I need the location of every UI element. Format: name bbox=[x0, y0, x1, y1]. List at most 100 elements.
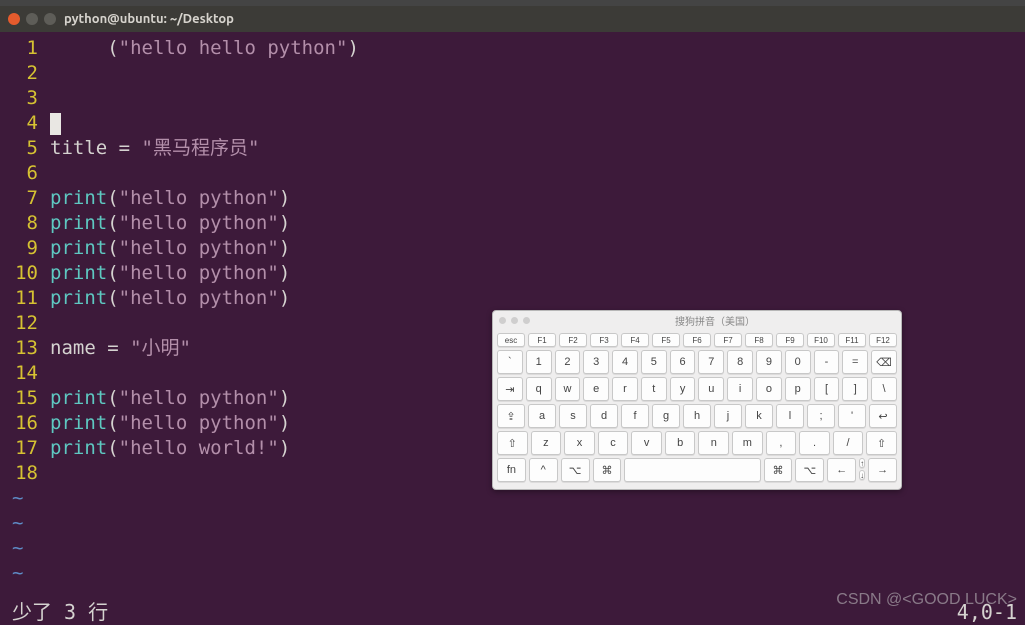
key-s[interactable]: s bbox=[559, 404, 587, 428]
code-content[interactable]: ("hello hello python") bbox=[50, 36, 359, 61]
key-f4[interactable]: F4 bbox=[621, 333, 649, 347]
code-content[interactable]: print("hello python") bbox=[50, 261, 290, 286]
key-⇧[interactable]: ⇧ bbox=[866, 431, 897, 455]
key-8[interactable]: 8 bbox=[727, 350, 753, 374]
key-9[interactable]: 9 bbox=[756, 350, 782, 374]
key-y[interactable]: y bbox=[670, 377, 696, 401]
maximize-icon[interactable] bbox=[44, 13, 56, 25]
key-f[interactable]: f bbox=[621, 404, 649, 428]
key-t[interactable]: t bbox=[641, 377, 667, 401]
key-1[interactable]: 1 bbox=[526, 350, 552, 374]
key-q[interactable]: q bbox=[526, 377, 552, 401]
key-↩[interactable]: ↩ bbox=[869, 404, 897, 428]
key-r[interactable]: r bbox=[612, 377, 638, 401]
key-f5[interactable]: F5 bbox=[652, 333, 680, 347]
code-line[interactable]: 9print("hello python") bbox=[0, 236, 1025, 261]
key-5[interactable]: 5 bbox=[641, 350, 667, 374]
key-c[interactable]: c bbox=[598, 431, 629, 455]
code-line[interactable]: 4 bbox=[0, 111, 1025, 136]
key-][interactable]: ] bbox=[842, 377, 868, 401]
key-e[interactable]: e bbox=[583, 377, 609, 401]
key-w[interactable]: w bbox=[555, 377, 581, 401]
code-line[interactable]: 6 bbox=[0, 161, 1025, 186]
key-⌥[interactable]: ⌥ bbox=[561, 458, 590, 482]
key-⌥[interactable]: ⌥ bbox=[795, 458, 824, 482]
key-fn[interactable]: fn bbox=[497, 458, 526, 482]
key-v[interactable]: v bbox=[631, 431, 662, 455]
key-\[interactable]: \ bbox=[871, 377, 897, 401]
key-k[interactable]: k bbox=[745, 404, 773, 428]
key-x[interactable]: x bbox=[564, 431, 595, 455]
key-⌘[interactable]: ⌘ bbox=[593, 458, 622, 482]
code-content[interactable]: print("hello python") bbox=[50, 236, 290, 261]
key-i[interactable]: i bbox=[727, 377, 753, 401]
key-[[interactable]: [ bbox=[814, 377, 840, 401]
key-a[interactable]: a bbox=[528, 404, 556, 428]
code-content[interactable]: print("hello python") bbox=[50, 186, 290, 211]
code-content[interactable]: print("hello python") bbox=[50, 286, 290, 311]
key-→[interactable]: → bbox=[868, 458, 897, 482]
code-line[interactable]: 11print("hello python") bbox=[0, 286, 1025, 311]
key-esc[interactable]: esc bbox=[497, 333, 525, 347]
code-line[interactable]: 8print("hello python") bbox=[0, 211, 1025, 236]
code-line[interactable]: 2 bbox=[0, 61, 1025, 86]
code-line[interactable]: 3 bbox=[0, 86, 1025, 111]
key-b[interactable]: b bbox=[665, 431, 696, 455]
key-'[interactable]: ' bbox=[838, 404, 866, 428]
key-.[interactable]: . bbox=[799, 431, 830, 455]
code-content[interactable]: print("hello world!") bbox=[50, 436, 290, 461]
key-h[interactable]: h bbox=[683, 404, 711, 428]
minimize-icon[interactable] bbox=[26, 13, 38, 25]
key-3[interactable]: 3 bbox=[583, 350, 609, 374]
key-f11[interactable]: F11 bbox=[838, 333, 866, 347]
code-line[interactable]: 10print("hello python") bbox=[0, 261, 1025, 286]
key-d[interactable]: d bbox=[590, 404, 618, 428]
key-←[interactable]: ← bbox=[827, 458, 856, 482]
code-content[interactable]: title = "黑马程序员" bbox=[50, 136, 259, 161]
code-content[interactable]: print("hello python") bbox=[50, 386, 290, 411]
code-content[interactable]: print("hello python") bbox=[50, 411, 290, 436]
key-f6[interactable]: F6 bbox=[683, 333, 711, 347]
key-[interactable] bbox=[624, 458, 760, 482]
key-f12[interactable]: F12 bbox=[869, 333, 897, 347]
key-=[interactable]: = bbox=[842, 350, 868, 374]
key-n[interactable]: n bbox=[698, 431, 729, 455]
key-f10[interactable]: F10 bbox=[807, 333, 835, 347]
key-`[interactable]: ` bbox=[497, 350, 523, 374]
key-6[interactable]: 6 bbox=[670, 350, 696, 374]
code-line[interactable]: 1 ("hello hello python") bbox=[0, 36, 1025, 61]
onscreen-keyboard[interactable]: 搜狗拼音（美国） escF1F2F3F4F5F6F7F8F9F10F11F12 … bbox=[492, 310, 902, 490]
key-/[interactable]: / bbox=[833, 431, 864, 455]
key-^[interactable]: ^ bbox=[529, 458, 558, 482]
key-o[interactable]: o bbox=[756, 377, 782, 401]
key-;[interactable]: ; bbox=[807, 404, 835, 428]
key-p[interactable]: p bbox=[785, 377, 811, 401]
key-↑[interactable]: ↑ bbox=[859, 458, 865, 468]
key-⌘[interactable]: ⌘ bbox=[764, 458, 793, 482]
key-l[interactable]: l bbox=[776, 404, 804, 428]
key-,[interactable]: , bbox=[766, 431, 797, 455]
close-icon[interactable] bbox=[8, 13, 20, 25]
key-z[interactable]: z bbox=[531, 431, 562, 455]
key-7[interactable]: 7 bbox=[698, 350, 724, 374]
key-⇧[interactable]: ⇧ bbox=[497, 431, 528, 455]
key-f8[interactable]: F8 bbox=[745, 333, 773, 347]
key-g[interactable]: g bbox=[652, 404, 680, 428]
key--[interactable]: - bbox=[814, 350, 840, 374]
key-↓[interactable]: ↓ bbox=[859, 470, 865, 480]
key-2[interactable]: 2 bbox=[555, 350, 581, 374]
titlebar[interactable]: python@ubuntu: ~/Desktop bbox=[0, 6, 1025, 32]
key-f2[interactable]: F2 bbox=[559, 333, 587, 347]
code-content[interactable]: name = "小明" bbox=[50, 336, 191, 361]
key-j[interactable]: j bbox=[714, 404, 742, 428]
keyboard-header[interactable]: 搜狗拼音（美国） bbox=[493, 311, 901, 329]
code-content[interactable]: print("hello python") bbox=[50, 211, 290, 236]
key-⌫[interactable]: ⌫ bbox=[871, 350, 897, 374]
key-⇪[interactable]: ⇪ bbox=[497, 404, 525, 428]
code-line[interactable]: 7print("hello python") bbox=[0, 186, 1025, 211]
key-m[interactable]: m bbox=[732, 431, 763, 455]
key-f9[interactable]: F9 bbox=[776, 333, 804, 347]
key-f1[interactable]: F1 bbox=[528, 333, 556, 347]
key-u[interactable]: u bbox=[698, 377, 724, 401]
key-f7[interactable]: F7 bbox=[714, 333, 742, 347]
